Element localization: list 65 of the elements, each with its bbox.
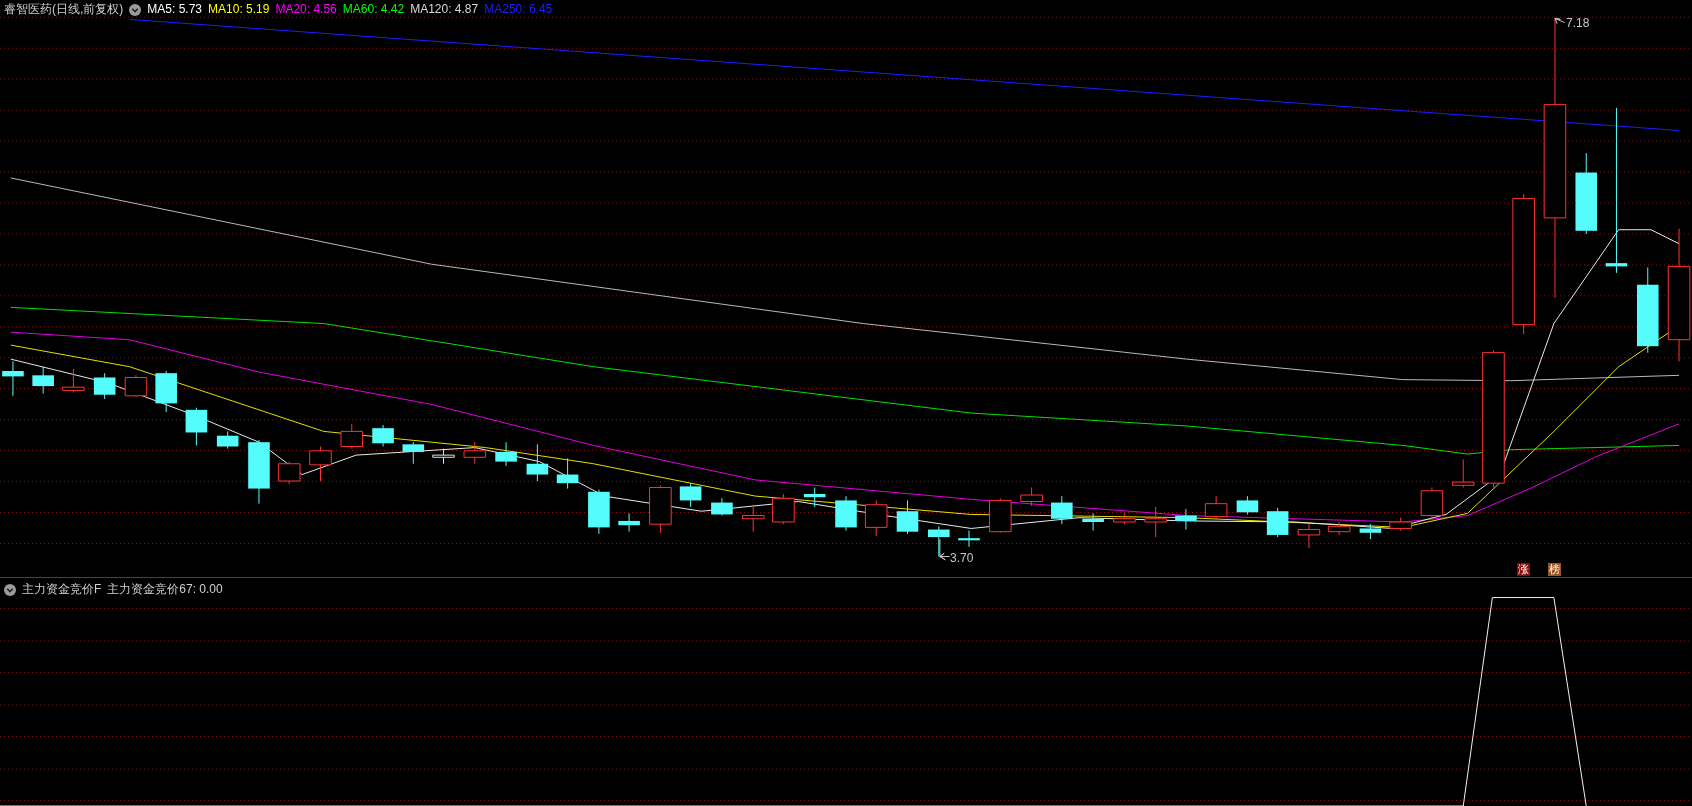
candlestick: [1451, 458, 1475, 488]
leader-line: [939, 538, 951, 561]
candlestick: [402, 441, 425, 465]
moving-average-value: MA250: 6.45: [484, 2, 553, 17]
candlestick: [432, 448, 455, 465]
candlestick: [864, 499, 888, 537]
moving-average-value: MA20: 4.56: [275, 2, 337, 17]
candlestick: [1082, 512, 1104, 532]
candlestick: [649, 484, 672, 534]
leader-line: [1554, 17, 1566, 25]
candlestick: [1144, 506, 1167, 538]
tag: 榜: [1548, 563, 1561, 576]
candlestick: [340, 423, 364, 450]
candlestick: [1327, 521, 1351, 536]
candlestick: [2, 360, 24, 397]
moving-average-value: MA10: 5.19: [208, 2, 270, 17]
candlestick: [62, 368, 85, 394]
moving-average-value: MA120: 4.87: [410, 2, 479, 17]
candlestick: [928, 525, 950, 557]
dropdown-icon[interactable]: [4, 583, 16, 596]
candlestick: [588, 489, 610, 535]
candlestick: [803, 487, 826, 508]
candlestick: [835, 495, 857, 532]
candlestick: [1420, 487, 1444, 521]
candlestick: [32, 366, 54, 395]
tag: 涨: [1517, 563, 1530, 576]
candlestick: [124, 374, 148, 398]
candlestick: [185, 407, 208, 446]
price-label: 3.70: [950, 551, 974, 565]
candlestick: [711, 497, 733, 517]
candlestick: [463, 441, 487, 465]
candlestick: [989, 497, 1012, 534]
candlestick: [556, 457, 579, 490]
candlestick: [1175, 508, 1197, 531]
candlestick: [1359, 523, 1382, 540]
candlestick: [1297, 523, 1321, 549]
candlestick: [526, 443, 549, 482]
candlestick: [277, 461, 301, 485]
candlestick: [216, 430, 239, 450]
price-label: 7.18: [1566, 16, 1590, 30]
candlestick: [248, 439, 270, 505]
indicator-value: 主力资金竞价67: 0.00: [107, 582, 223, 597]
candlestick: [495, 441, 517, 467]
candlestick: [1236, 495, 1259, 515]
candlestick: [1266, 507, 1289, 538]
candlestick: [1051, 495, 1073, 525]
candlestick: [1020, 487, 1043, 507]
candlestick: [309, 446, 332, 482]
candlestick: [772, 493, 795, 525]
dropdown-icon[interactable]: [129, 3, 142, 16]
candlestick: [93, 372, 116, 400]
moving-average-value: MA5: 5.73: [147, 2, 203, 17]
candlestick: [1389, 517, 1412, 532]
stock-title: 睿智医药(日线,前复权): [4, 2, 124, 17]
candlestick: [958, 530, 980, 548]
candlestick: [741, 504, 765, 533]
candlestick: [372, 424, 394, 447]
candlestick: [679, 482, 702, 508]
candlestick: [1204, 495, 1228, 521]
moving-average-value: MA60: 4.42: [342, 2, 405, 17]
candlestick: [618, 512, 640, 533]
candlestick: [896, 499, 919, 535]
candlestick: [1113, 512, 1136, 525]
indicator-name: 主力资金竞价F: [22, 582, 102, 597]
candlestick: [155, 370, 177, 413]
